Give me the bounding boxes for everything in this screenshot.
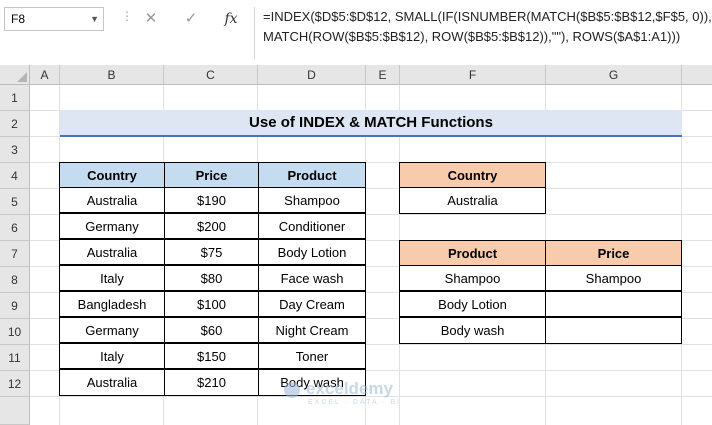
row-header-6[interactable]: 6 <box>0 215 30 241</box>
cancel-icon[interactable]: ✕ <box>138 7 164 31</box>
worksheet-grid[interactable]: A B C D E F G 1 2 3 4 5 6 7 8 9 10 11 12… <box>0 65 712 425</box>
result-cell[interactable]: Body Lotion <box>399 291 546 317</box>
result-cell[interactable]: Shampoo <box>399 265 546 291</box>
column-header-e[interactable]: E <box>366 65 400 85</box>
result-cell[interactable]: Shampoo <box>545 265 682 291</box>
row-header-12[interactable]: 12 <box>0 371 30 397</box>
sheet-title[interactable]: Use of INDEX & MATCH Functions <box>60 110 682 137</box>
formula-buttons: ✕ ✓ fx <box>134 7 249 31</box>
exceldemy-logo-icon <box>284 382 300 398</box>
row-header-10[interactable]: 10 <box>0 319 30 345</box>
enter-check-icon[interactable]: ✓ <box>178 7 204 31</box>
name-box[interactable]: F8 ▼ <box>4 7 104 31</box>
table-header-product[interactable]: Product <box>258 162 366 188</box>
column-header-b[interactable]: B <box>60 65 164 85</box>
column-header-f[interactable]: F <box>400 65 546 85</box>
formula-bar-area: F8 ▼ ⋮ ✕ ✓ fx =INDEX($D$5:$D$12, SMALL(I… <box>0 0 712 65</box>
select-all-corner[interactable] <box>0 65 30 85</box>
formula-input[interactable]: =INDEX($D$5:$D$12, SMALL(IF(ISNUMBER(MAT… <box>254 7 712 59</box>
formula-line-2: MATCH(ROW($B$5:$B$12), ROW($B$5:$B$12)),… <box>263 29 681 44</box>
table-cell[interactable]: Italy <box>59 343 165 369</box>
table-cell[interactable]: $60 <box>164 317 259 343</box>
table-cell[interactable]: $210 <box>164 369 259 396</box>
name-box-dropdown-icon[interactable]: ▼ <box>90 8 99 30</box>
watermark-tagline: EXCEL · DATA · BI <box>308 399 401 406</box>
table-cell[interactable]: Shampoo <box>258 187 366 213</box>
formula-bar-grip-icon[interactable]: ⋮ <box>121 10 133 22</box>
table-cell[interactable]: Toner <box>258 343 366 369</box>
column-header-c[interactable]: C <box>164 65 258 85</box>
table-cell[interactable]: $100 <box>164 291 259 317</box>
row-header-9[interactable]: 9 <box>0 293 30 319</box>
table-cell[interactable]: Face wash <box>258 265 366 291</box>
criteria-header-country[interactable]: Country <box>399 162 546 188</box>
table-cell[interactable]: $190 <box>164 187 259 213</box>
table-cell[interactable]: Australia <box>59 369 165 396</box>
insert-function-icon[interactable]: fx <box>218 7 244 31</box>
criteria-value-cell[interactable]: Australia <box>399 187 546 214</box>
row-header-1[interactable]: 1 <box>0 85 30 111</box>
formula-line-1: =INDEX($D$5:$D$12, SMALL(IF(ISNUMBER(MAT… <box>263 9 712 24</box>
row-header-4[interactable]: 4 <box>0 163 30 189</box>
column-header-partial[interactable] <box>682 65 712 85</box>
result-cell[interactable]: Body wash <box>399 317 546 344</box>
table-cell[interactable]: $200 <box>164 213 259 239</box>
row-header-partial[interactable] <box>0 397 30 425</box>
watermark-name: exceldemy <box>306 379 393 398</box>
result-header-price[interactable]: Price <box>545 240 682 266</box>
table-cell[interactable]: Conditioner <box>258 213 366 239</box>
column-header-d[interactable]: D <box>258 65 366 85</box>
result-cell[interactable] <box>545 317 682 344</box>
table-cell[interactable]: Night Cream <box>258 317 366 343</box>
table-cell[interactable]: $75 <box>164 239 259 265</box>
row-header-8[interactable]: 8 <box>0 267 30 293</box>
row-header-11[interactable]: 11 <box>0 345 30 371</box>
column-header-a[interactable]: A <box>30 65 60 85</box>
result-header-product[interactable]: Product <box>399 240 546 266</box>
table-cell[interactable]: Italy <box>59 265 165 291</box>
table-header-price[interactable]: Price <box>164 162 259 188</box>
table-cell[interactable]: Germany <box>59 213 165 239</box>
table-cell[interactable]: Germany <box>59 317 165 343</box>
table-header-country[interactable]: Country <box>59 162 165 188</box>
watermark-logo: exceldemy EXCEL · DATA · BI <box>284 379 434 415</box>
table-cell[interactable]: Australia <box>59 187 165 213</box>
name-box-value: F8 <box>11 12 26 26</box>
table-cell[interactable]: Day Cream <box>258 291 366 317</box>
table-cell[interactable]: $80 <box>164 265 259 291</box>
table-cell[interactable]: Bangladesh <box>59 291 165 317</box>
row-header-7[interactable]: 7 <box>0 241 30 267</box>
table-cell[interactable]: $150 <box>164 343 259 369</box>
row-header-5[interactable]: 5 <box>0 189 30 215</box>
table-cell[interactable]: Australia <box>59 239 165 265</box>
row-header-3[interactable]: 3 <box>0 137 30 163</box>
column-header-g[interactable]: G <box>546 65 682 85</box>
result-cell[interactable] <box>545 291 682 317</box>
row-header-2[interactable]: 2 <box>0 111 30 137</box>
table-cell[interactable]: Body Lotion <box>258 239 366 265</box>
